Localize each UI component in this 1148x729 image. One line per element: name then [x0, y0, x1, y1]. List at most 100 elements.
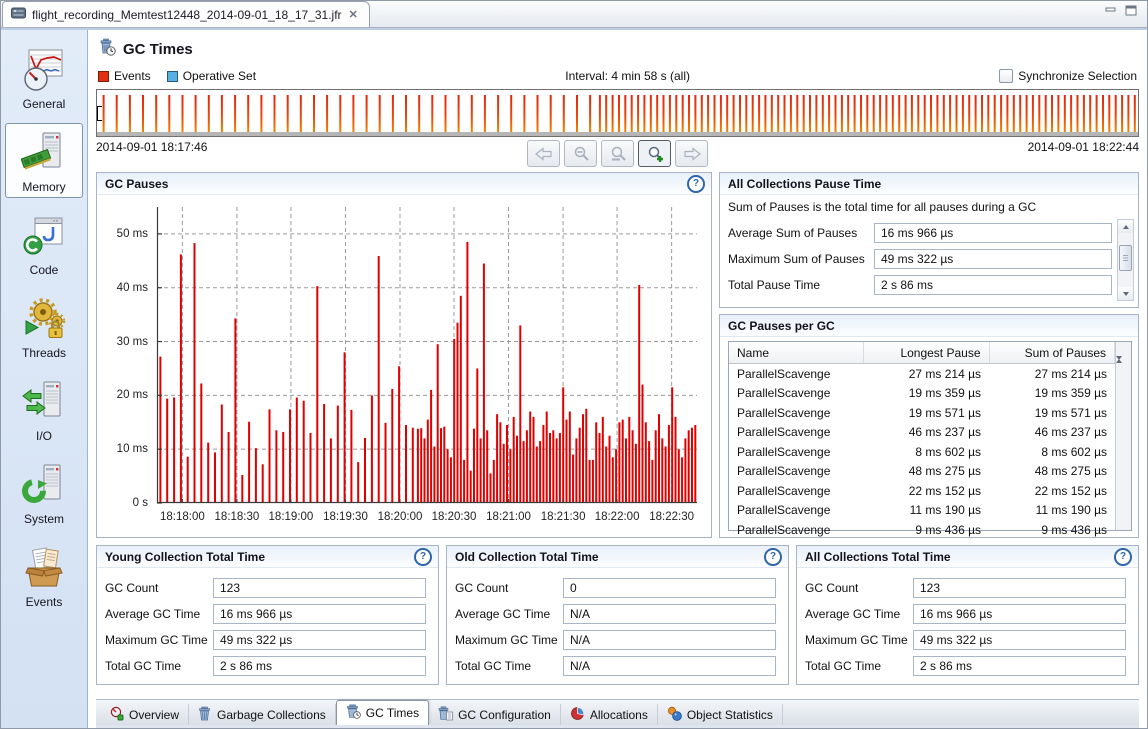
field-label: Maximum GC Time [805, 633, 913, 647]
table-cell: 22 ms 152 µs [989, 484, 1115, 498]
table-row[interactable]: ParallelScavenge19 ms 571 µs19 ms 571 µs [729, 403, 1115, 423]
overview-icon [109, 706, 124, 724]
table-row[interactable]: ParallelScavenge48 ms 275 µs48 ms 275 µs [729, 462, 1115, 482]
young-collection-total-time-section: Young Collection Total Time ? GC Count12… [96, 545, 439, 685]
field-row: Average GC TimeN/A [455, 604, 776, 624]
x-axis-tick-label: 18:20:00 [378, 511, 423, 523]
timeline-overview-strip[interactable] [96, 89, 1139, 137]
tab-overview[interactable]: Overview [100, 704, 189, 725]
zoom-out-button[interactable] [564, 140, 597, 167]
table-cell: 22 ms 152 µs [863, 484, 989, 498]
column-header[interactable]: Longest Pause [864, 342, 990, 363]
pan-left-button[interactable] [527, 140, 560, 167]
trash-icon [198, 706, 212, 724]
table-row[interactable]: ParallelScavenge11 ms 190 µs11 ms 190 µs [729, 501, 1115, 521]
tab-allocations[interactable]: Allocations [561, 704, 658, 725]
gc-pauses-section: GC Pauses ? 0 s10 ms20 ms30 ms40 ms50 ms… [96, 172, 712, 538]
field-value[interactable]: 49 ms 322 µs [913, 630, 1126, 650]
zoom-in-button[interactable] [638, 140, 671, 167]
timeline-selection-handle[interactable] [97, 106, 102, 121]
tab-gc-configuration[interactable]: GC Configuration [429, 704, 561, 725]
field-value[interactable]: N/A [563, 656, 776, 676]
tab-gc-times[interactable]: GC Times [336, 700, 429, 725]
field-value[interactable]: 16 ms 966 µs [913, 604, 1126, 624]
field-value[interactable]: 49 ms 322 µs [213, 630, 426, 650]
legend-events-label: Events [114, 69, 151, 83]
field-label: Total Pause Time [728, 278, 874, 292]
synchronize-selection-checkbox[interactable] [999, 69, 1013, 83]
field-row: Maximum GC TimeN/A [455, 630, 776, 650]
field-row: GC Count0 [455, 578, 776, 598]
table-row[interactable]: ParallelScavenge27 ms 214 µs27 ms 214 µs [729, 364, 1115, 384]
sidebar-item-threads[interactable]: Threads [5, 289, 83, 364]
table-row[interactable]: ParallelScavenge22 ms 152 µs22 ms 152 µs [729, 481, 1115, 501]
field-row: Total GC TimeN/A [455, 656, 776, 676]
gc-pauses-per-gc-section: GC Pauses per GC NameLongest PauseSum of… [719, 314, 1139, 538]
help-icon[interactable]: ? [1114, 548, 1132, 566]
field-label: Maximum GC Time [105, 633, 213, 647]
field-value[interactable]: 2 s 86 ms [913, 656, 1126, 676]
legend-events: Events [98, 69, 151, 83]
help-icon[interactable]: ? [687, 175, 705, 193]
column-header[interactable]: Sum of Pauses [990, 342, 1116, 363]
scroll-up-icon[interactable] [1118, 220, 1133, 233]
x-axis-tick-label: 18:19:00 [269, 511, 314, 523]
field-value[interactable]: 16 ms 966 µs [213, 604, 426, 624]
field-row: Average GC Time16 ms 966 µs [105, 604, 426, 624]
field-value[interactable]: 123 [213, 578, 426, 598]
memory-ram-server-icon [21, 129, 67, 178]
scroll-down-icon[interactable] [1118, 287, 1133, 300]
field-value[interactable]: N/A [563, 604, 776, 624]
x-axis-tick-label: 18:21:30 [541, 511, 586, 523]
x-axis-tick-label: 18:21:00 [486, 511, 531, 523]
table-scrollbar[interactable] [1115, 342, 1131, 530]
table-row[interactable]: ParallelScavenge19 ms 359 µs19 ms 359 µs [729, 384, 1115, 404]
editor-tab-flight-recording[interactable]: flight_recording_Memtest12448_2014-09-01… [2, 1, 370, 27]
field-value[interactable]: 49 ms 322 µs [874, 249, 1112, 269]
tab-object-statistics[interactable]: Object Statistics [658, 704, 783, 725]
y-axis-tick-label: 10 ms [117, 443, 148, 455]
field-value[interactable]: 123 [913, 578, 1126, 598]
sidebar-item-events[interactable]: Events [5, 538, 83, 613]
table-row[interactable]: ParallelScavenge46 ms 237 µs46 ms 237 µs [729, 423, 1115, 443]
pauses-per-gc-table: NameLongest PauseSum of PausesParallelSc… [729, 342, 1115, 530]
column-header[interactable]: Name [729, 342, 864, 363]
timeline-canvas[interactable] [97, 90, 1138, 132]
synchronize-selection[interactable]: Synchronize Selection [999, 69, 1137, 83]
tab-garbage-collections[interactable]: Garbage Collections [189, 704, 336, 725]
table-row[interactable]: ParallelScavenge9 ms 436 µs9 ms 436 µs [729, 520, 1115, 540]
field-label: Average GC Time [805, 607, 913, 621]
table-cell: 19 ms 359 µs [989, 386, 1115, 400]
zoom-fit-button[interactable] [601, 140, 634, 167]
gc-pauses-plot[interactable]: 0 s10 ms20 ms30 ms40 ms50 ms18:18:0018:1… [157, 207, 697, 503]
sidebar-item-memory[interactable]: Memory [5, 123, 83, 198]
field-value[interactable]: 2 s 86 ms [213, 656, 426, 676]
sidebar-item-general[interactable]: General [5, 40, 83, 115]
help-icon[interactable]: ? [414, 548, 432, 566]
field-value[interactable]: 16 ms 966 µs [874, 223, 1112, 243]
field-value[interactable]: N/A [563, 630, 776, 650]
sidebar-item-io[interactable]: I/O [5, 372, 83, 447]
tab-label: GC Times [366, 706, 419, 720]
minimize-icon[interactable] [1105, 3, 1117, 21]
timeline-end-time: 2014-09-01 18:22:44 [1028, 140, 1139, 154]
close-icon[interactable]: ✕ [348, 8, 359, 21]
field-value[interactable]: 0 [563, 578, 776, 598]
sidebar-item-label: General [23, 97, 66, 111]
sidebar-item-system[interactable]: System [5, 455, 83, 530]
old-panel-fields: GC Count0 Average GC TimeN/A Maximum GC Ti… [447, 568, 788, 686]
table-row[interactable]: ParallelScavenge8 ms 602 µs8 ms 602 µs [729, 442, 1115, 462]
scrollbar-thumb[interactable] [1119, 245, 1132, 271]
table-cell: ParallelScavenge [729, 445, 863, 459]
table-cell: ParallelScavenge [729, 484, 863, 498]
scroll-down-icon[interactable] [1116, 360, 1131, 378]
field-value[interactable]: 2 s 86 ms [874, 275, 1112, 295]
y-axis-tick-label: 40 ms [117, 282, 148, 294]
pause-panel-scrollbar[interactable] [1117, 219, 1134, 301]
pan-right-button[interactable] [675, 140, 708, 167]
help-icon[interactable]: ? [764, 548, 782, 566]
sidebar-item-code[interactable]: Code [5, 206, 83, 281]
tab-label: Allocations [590, 708, 648, 722]
maximize-icon[interactable] [1125, 3, 1137, 21]
sidebar-item-label: Events [26, 595, 63, 609]
